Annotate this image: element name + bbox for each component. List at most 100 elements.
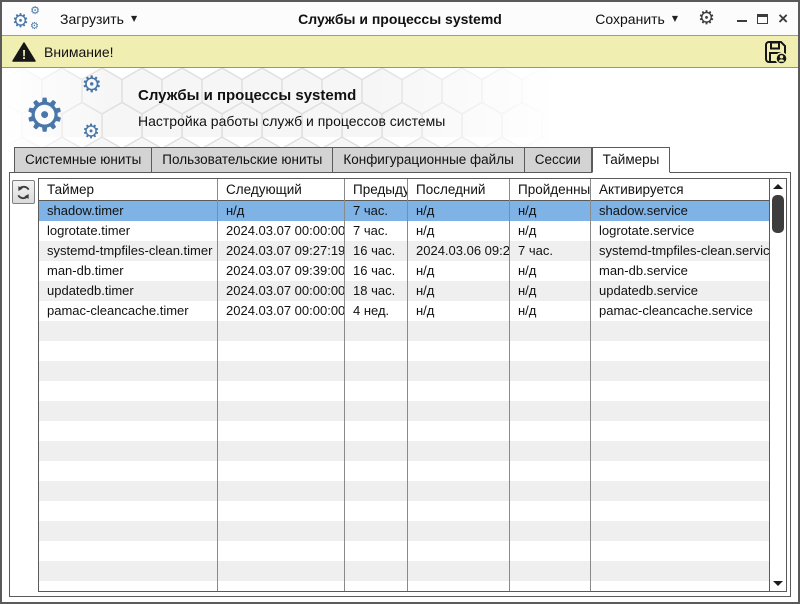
maximize-button[interactable] [757, 14, 768, 24]
chevron-down-icon: ▼ [672, 14, 678, 23]
table-cell: systemd-tmpfiles-clean.timer [39, 241, 218, 261]
gear-icon: ⚙ [30, 22, 39, 32]
load-menu-label: Загрузить [60, 11, 124, 27]
table-row[interactable]: pamac-cleancache.timer 2024.03.07 00:00:… [39, 301, 769, 321]
table-header-row: Таймер Следующий Предыдущий Последний Пр… [39, 179, 769, 201]
table-cell: shadow.service [591, 201, 769, 221]
table-cell: 16 час. [345, 261, 408, 281]
table-cell: man-db.service [591, 261, 769, 281]
window-controls: × [737, 12, 788, 26]
chevron-down-icon: ▼ [131, 14, 137, 23]
column-divider [407, 179, 408, 591]
column-divider [217, 179, 218, 591]
app-gears-logo-icon: ⚙ ⚙ ⚙ [12, 6, 40, 32]
svg-text:!: ! [22, 47, 26, 62]
tab-config-files[interactable]: Конфигурационные файлы [333, 147, 524, 173]
save-menu-label: Сохранить [595, 11, 665, 27]
table-cell: н/д [408, 201, 510, 221]
gear-icon: ⚙ [30, 5, 40, 16]
gear-icon: ⚙ [82, 121, 100, 141]
page-subtitle: Настройка работы служб и процессов систе… [138, 113, 445, 129]
table-cell: 16 час. [345, 241, 408, 261]
table-cell: н/д [510, 261, 591, 281]
page-title: Службы и процессы systemd [138, 87, 445, 104]
table-cell: 2024.03.07 00:00:00 [218, 301, 345, 321]
table-cell: logrotate.timer [39, 221, 218, 241]
refresh-icon [16, 185, 31, 200]
column-header-timer[interactable]: Таймер [39, 179, 218, 200]
tab-timers[interactable]: Таймеры [592, 147, 671, 173]
scrollbar-thumb[interactable] [772, 195, 784, 233]
load-menu-button[interactable]: Загрузить ▼ [54, 7, 143, 31]
save-menu-button[interactable]: Сохранить ▼ [589, 7, 684, 31]
column-header-elapsed[interactable]: Пройденный [510, 179, 591, 200]
arrow-up-icon [773, 184, 783, 189]
titlebar: ⚙ ⚙ ⚙ Загрузить ▼ Службы и процессы syst… [2, 2, 798, 36]
timers-table: Таймер Следующий Предыдущий Последний Пр… [38, 178, 787, 592]
tab-bar: Системные юниты Пользовательские юниты К… [2, 147, 798, 173]
table-cell: systemd-tmpfiles-clean.service [591, 241, 769, 261]
page-header: ⚙ ⚙ ⚙ Службы и процессы systemd Настройк… [2, 68, 798, 147]
save-floppy-icon[interactable] [762, 39, 788, 65]
table-row[interactable]: shadow.timer н/д 7 час. н/д н/д shadow.s… [39, 201, 769, 221]
gear-icon: ⚙ [12, 12, 29, 31]
gear-icon: ⚙ [24, 92, 65, 138]
warning-bar: ! Внимание! [2, 36, 798, 68]
column-header-next[interactable]: Следующий [218, 179, 345, 200]
table-cell: н/д [510, 281, 591, 301]
table-cell: 4 нед. [345, 301, 408, 321]
table-cell: shadow.timer [39, 201, 218, 221]
table-cell: н/д [510, 301, 591, 321]
minimize-button[interactable] [737, 20, 747, 22]
table-cell: pamac-cleancache.timer [39, 301, 218, 321]
warning-triangle-icon: ! [12, 42, 36, 62]
scroll-up-button[interactable] [770, 179, 786, 194]
table-cell: 7 час. [510, 241, 591, 261]
table-cell: 2024.03.07 00:00:00 [218, 281, 345, 301]
table-body: shadow.timer н/д 7 час. н/д н/д shadow.s… [39, 201, 769, 591]
table-cell: н/д [510, 201, 591, 221]
vertical-scrollbar[interactable] [769, 179, 786, 591]
gear-icon: ⚙ [81, 74, 102, 97]
table-row[interactable]: logrotate.timer 2024.03.07 00:00:00 7 ча… [39, 221, 769, 241]
table-cell: 7 час. [345, 221, 408, 241]
table-cell: man-db.timer [39, 261, 218, 281]
table-cell: н/д [218, 201, 345, 221]
table-cell: н/д [408, 221, 510, 241]
table-cell: 2024.03.07 00:00:00 [218, 221, 345, 241]
column-divider [509, 179, 510, 591]
table-cell: logrotate.service [591, 221, 769, 241]
banner-gears-icon: ⚙ ⚙ ⚙ [24, 76, 106, 140]
table-cell: 2024.03.06 09:27 [408, 241, 510, 261]
column-divider [590, 179, 591, 591]
tab-user-units[interactable]: Пользовательские юниты [152, 147, 333, 173]
table-cell: н/д [408, 261, 510, 281]
tab-system-units[interactable]: Системные юниты [14, 147, 152, 173]
column-header-last[interactable]: Последний [408, 179, 510, 200]
table-cell: updatedb.service [591, 281, 769, 301]
settings-gear-icon[interactable]: ⚙ [698, 9, 715, 28]
tab-sessions[interactable]: Сессии [525, 147, 592, 173]
app-window: ⚙ ⚙ ⚙ Загрузить ▼ Службы и процессы syst… [0, 0, 800, 604]
table-cell: 18 час. [345, 281, 408, 301]
scrollbar-track[interactable] [770, 194, 786, 576]
column-header-activates[interactable]: Активируется [591, 179, 769, 200]
column-header-previous[interactable]: Предыдущий [345, 179, 408, 200]
table-row[interactable]: systemd-tmpfiles-clean.timer 2024.03.07 … [39, 241, 769, 261]
column-divider [344, 179, 345, 591]
table-row[interactable]: updatedb.timer 2024.03.07 00:00:00 18 ча… [39, 281, 769, 301]
table-cell: н/д [408, 301, 510, 321]
table-cell: updatedb.timer [39, 281, 218, 301]
table-cell: н/д [510, 221, 591, 241]
table-row[interactable]: man-db.timer 2024.03.07 09:39:00 16 час.… [39, 261, 769, 281]
table-cell: 7 час. [345, 201, 408, 221]
timers-panel: Таймер Следующий Предыдущий Последний Пр… [9, 172, 791, 597]
refresh-button[interactable] [12, 180, 35, 204]
table-cell: pamac-cleancache.service [591, 301, 769, 321]
scroll-down-button[interactable] [770, 576, 786, 591]
arrow-down-icon [773, 581, 783, 586]
table-cell: н/д [408, 281, 510, 301]
close-button[interactable]: × [778, 12, 788, 26]
table-cell: 2024.03.07 09:39:00 [218, 261, 345, 281]
warning-label: Внимание! [44, 44, 114, 60]
